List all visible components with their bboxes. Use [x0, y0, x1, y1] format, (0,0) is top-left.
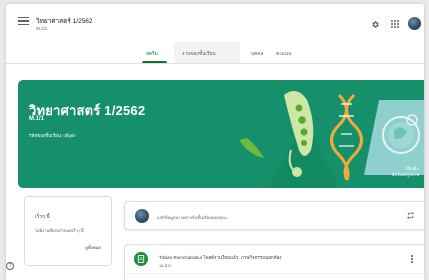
help-icon[interactable]: ? — [6, 262, 14, 270]
class-section: M.1/1 — [36, 26, 48, 31]
upcoming-card: เร็วๆ นี้ ไม่มีงานที่ครบกำหนดเร็วๆ นี้ ด… — [24, 196, 112, 266]
menu-icon[interactable] — [18, 17, 29, 25]
class-tabs: สตรีม งานของชั้นเรียน บุคคล คะแนน — [6, 42, 424, 64]
active-tab-indicator — [142, 61, 167, 63]
share-post-box[interactable]: แชร์ข้อมูลบางอย่างกับชั้นเรียนของคุณ... — [124, 201, 424, 230]
class-title[interactable]: วิทยาศาสตร์ 1/2562 — [36, 16, 93, 26]
more-icon[interactable] — [411, 255, 413, 264]
avatar — [135, 209, 149, 223]
gear-icon[interactable] — [371, 20, 380, 29]
upload-photo-link[interactable]: อัปโหลดรูปภาพ — [392, 172, 419, 178]
stream-post[interactable]: Titisan Rumchatsakul โพสต์งานใหม่แล้ว: ภ… — [124, 244, 424, 280]
tab-grades[interactable]: คะแนน — [276, 50, 291, 58]
apps-icon[interactable] — [391, 20, 399, 28]
divider — [125, 273, 424, 274]
banner-title: วิทยาศาสตร์ 1/2562 — [29, 103, 146, 118]
stream-post-title: Titisan Rumchatsakul โพสต์งานใหม่แล้ว: ภ… — [159, 255, 282, 260]
banner-section: M.1/1 — [29, 116, 45, 122]
upcoming-empty-text: ไม่มีงานที่ครบกำหนดเร็วๆ นี้ — [35, 228, 84, 233]
repost-icon[interactable] — [406, 211, 415, 220]
assignment-icon — [134, 252, 148, 266]
class-code[interactable]: รหัสของชั้นเรียน: offgsh — [29, 132, 76, 139]
tab-stream[interactable]: สตรีม — [146, 50, 158, 58]
class-banner: วิทยาศาสตร์ 1/2562 M.1/1 รหัสของชั้นเรีย… — [18, 80, 424, 188]
tab-classwork[interactable]: งานของชั้นเรียน — [182, 50, 216, 58]
upcoming-title: เร็วๆ นี้ — [35, 214, 50, 220]
tab-people[interactable]: บุคคล — [251, 50, 263, 58]
view-all-link[interactable]: ดูทั้งหมด — [85, 244, 101, 251]
share-placeholder[interactable]: แชร์ข้อมูลบางอย่างกับชั้นเรียนของคุณ... — [157, 214, 229, 221]
top-bar: วิทยาศาสตร์ 1/2562 M.1/1 — [6, 4, 424, 36]
avatar[interactable] — [408, 17, 421, 30]
stream-post-time: 18 มิ.ย. — [159, 263, 172, 268]
banner-theme-actions: เลือกธีม อัปโหลดรูปภาพ — [392, 166, 419, 177]
classroom-window: วิทยาศาสตร์ 1/2562 M.1/1 สตรีม งานของชั้… — [6, 4, 424, 280]
